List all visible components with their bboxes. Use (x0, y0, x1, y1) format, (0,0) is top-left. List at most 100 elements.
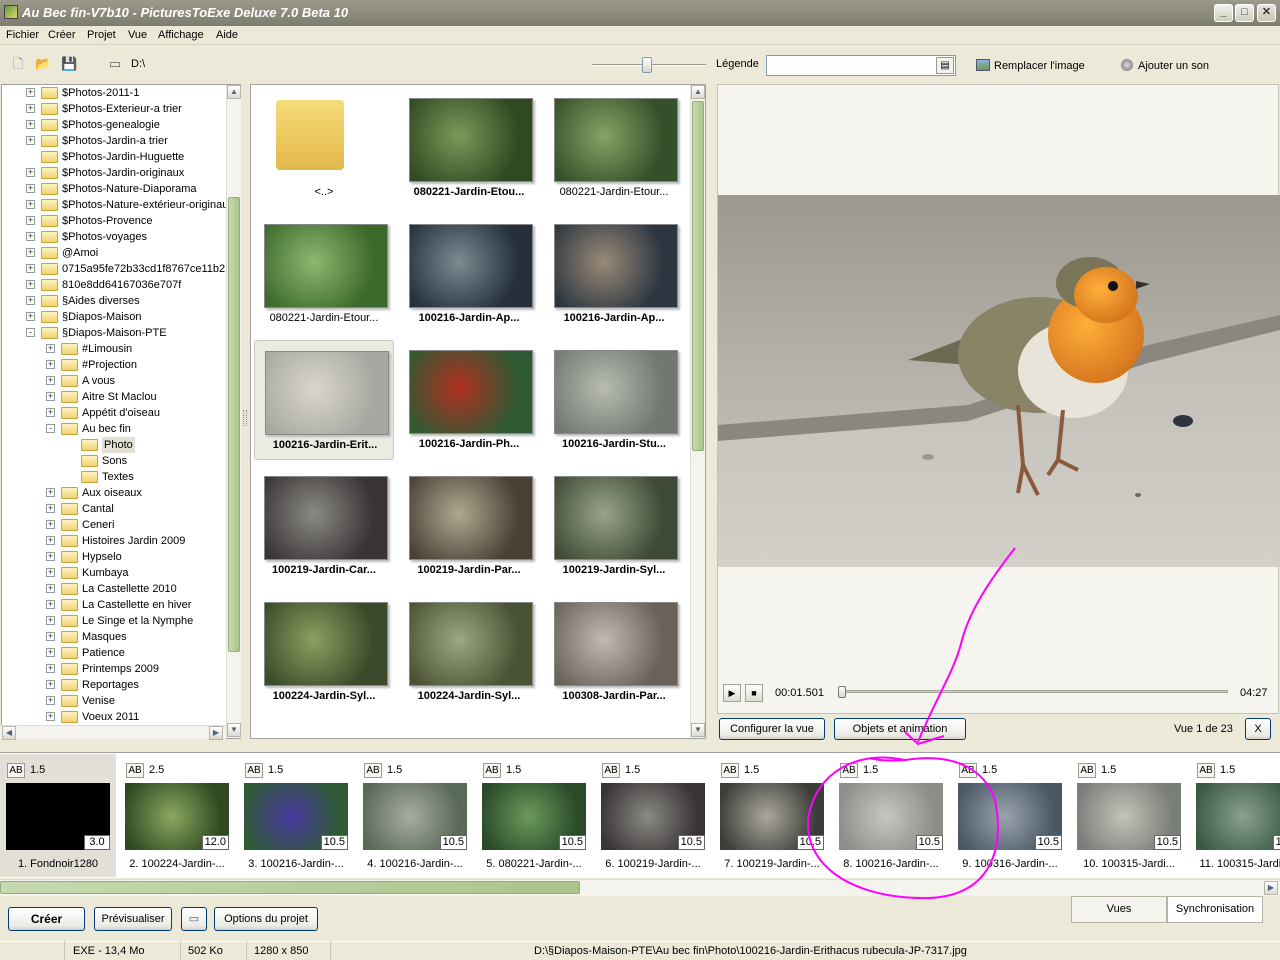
timeline-slide[interactable]: AB 2.5 12.0 2. 100224-Jardin-... (119, 754, 235, 877)
expand-icon[interactable]: + (26, 312, 35, 321)
thumbnail-item[interactable]: 100216-Jardin-Ap... (544, 214, 684, 334)
slide-timeline[interactable]: AB 1.5 3.0 1. Fondnoir1280 AB 2.5 12.0 2. 10022… (0, 752, 1280, 878)
thumbnail-item[interactable]: 100219-Jardin-Par... (399, 466, 539, 586)
thumbnail-grid[interactable]: <..> 080221-Jardin-Etou... 080221-Jardin-E… (250, 84, 706, 739)
thumbnail-item[interactable]: 100216-Jardin-Ph... (399, 340, 539, 460)
project-options-button[interactable]: Options du projet (214, 907, 318, 931)
transition-badge[interactable]: AB (840, 763, 858, 778)
expand-icon[interactable]: + (46, 488, 55, 497)
menu-fichier[interactable]: Fichier (6, 29, 39, 41)
expand-icon[interactable]: + (46, 648, 55, 657)
tab-synchronisation[interactable]: Synchronisation (1167, 896, 1263, 923)
minimize-button[interactable]: _ (1214, 4, 1233, 22)
expand-icon[interactable]: + (46, 632, 55, 641)
transition-badge[interactable]: AB (364, 763, 382, 778)
scroll-right-icon[interactable]: ▶ (209, 726, 223, 740)
scroll-left-icon[interactable]: ◀ (2, 726, 16, 740)
expand-icon[interactable]: + (26, 88, 35, 97)
scroll-up-icon[interactable]: ▲ (691, 85, 705, 99)
scroll-down-icon[interactable]: ▼ (227, 723, 241, 737)
expand-icon[interactable]: + (46, 344, 55, 353)
transition-badge[interactable]: AB (7, 763, 25, 778)
time-track[interactable] (840, 690, 1228, 693)
thumbnail-item[interactable]: 080221-Jardin-Etour... (544, 88, 684, 208)
timeline-slide[interactable]: AB 1.5 10.5 8. 100216-Jardin-... (833, 754, 949, 877)
expand-icon[interactable]: + (46, 616, 55, 625)
time-thumb[interactable] (838, 686, 847, 698)
create-button[interactable]: Créer (8, 907, 85, 931)
expand-icon[interactable]: + (26, 120, 35, 129)
save-icon[interactable]: 💾 (61, 56, 77, 72)
thumbnail-item[interactable]: 100216-Jardin-Stu... (544, 340, 684, 460)
add-sound-button[interactable]: Ajouter un son (1138, 60, 1209, 72)
expand-icon[interactable]: + (26, 248, 35, 257)
timeline-slide[interactable]: AB 1.5 10.5 10. 100315-Jardi... (1071, 754, 1187, 877)
open-folder-icon[interactable]: 📂 (35, 56, 51, 72)
expand-icon[interactable]: + (26, 264, 35, 273)
splitter-handle[interactable] (243, 410, 247, 426)
grid-scroll-thumb[interactable] (692, 101, 704, 451)
scroll-up-icon[interactable]: ▲ (227, 85, 241, 99)
expand-icon[interactable]: + (26, 232, 35, 241)
transition-badge[interactable]: AB (1078, 763, 1096, 778)
expand-icon[interactable]: + (46, 568, 55, 577)
timeline-slide[interactable]: AB 1.5 10.5 9. 100316-Jardin-... (952, 754, 1068, 877)
transition-badge[interactable]: AB (483, 763, 501, 778)
expand-icon[interactable]: + (46, 536, 55, 545)
expand-icon[interactable]: + (26, 280, 35, 289)
transition-badge[interactable]: AB (721, 763, 739, 778)
expand-icon[interactable]: + (46, 376, 55, 385)
tree-hscrollbar[interactable]: ◀ ▶ (0, 725, 226, 740)
timeline-slide[interactable]: AB 1.5 10.5 11. 100315-Jardin... (1190, 754, 1280, 877)
drive-icon[interactable]: ▭ (107, 56, 123, 72)
thumbnail-item[interactable]: 100308-Jardin-Par... (544, 592, 684, 712)
timeline-slide[interactable]: AB 1.5 10.5 5. 080221-Jardin-... (476, 754, 592, 877)
expand-icon[interactable]: + (26, 296, 35, 305)
thumbnail-item[interactable]: 100224-Jardin-Syl... (399, 592, 539, 712)
menu-projet[interactable]: Projet (87, 29, 116, 41)
menu-creer[interactable]: Créer (48, 29, 76, 41)
display-icon[interactable]: ▭ (181, 907, 207, 931)
menu-vue[interactable]: Vue (128, 29, 147, 41)
folder-tree[interactable]: + $Photos-2011-1 + $Photos-Exterieur-a trie… (1, 84, 241, 739)
timeline-slide[interactable]: AB 1.5 10.5 4. 100216-Jardin-... (357, 754, 473, 877)
timeline-slide[interactable]: AB 1.5 10.5 6. 100219-Jardin-... (595, 754, 711, 877)
transition-badge[interactable]: AB (602, 763, 620, 778)
objects-animation-button[interactable]: Objets et animation (834, 718, 966, 740)
timeline-scrollbar[interactable]: ▶ (0, 879, 1280, 896)
replace-image-button[interactable]: Remplacer l'image (994, 60, 1085, 72)
expand-icon[interactable]: + (46, 504, 55, 513)
close-preview-button[interactable]: X (1245, 718, 1271, 740)
grid-scrollbar[interactable]: ▲ ▼ (690, 85, 705, 738)
transition-badge[interactable]: AB (959, 763, 977, 778)
expand-icon[interactable]: + (26, 168, 35, 177)
transition-badge[interactable]: AB (245, 763, 263, 778)
expand-icon[interactable]: + (46, 680, 55, 689)
timeline-slide[interactable]: AB 1.5 10.5 7. 100219-Jardin-... (714, 754, 830, 877)
preview-button[interactable]: Prévisualiser (94, 907, 172, 931)
menu-affichage[interactable]: Affichage (158, 29, 204, 41)
parent-folder-item[interactable]: <..> (254, 88, 394, 208)
maximize-button[interactable]: □ (1235, 4, 1254, 22)
timeline-scroll-thumb[interactable] (0, 881, 580, 894)
thumbnail-item[interactable]: 100216-Jardin-Ap... (399, 214, 539, 334)
zoom-slider-thumb[interactable] (642, 57, 652, 73)
scroll-down-icon[interactable]: ▼ (691, 723, 705, 737)
thumbnail-item[interactable]: 080221-Jardin-Etour... (254, 214, 394, 334)
expand-icon[interactable]: + (26, 200, 35, 209)
collapse-icon[interactable]: - (26, 328, 35, 337)
tree-scrollbar[interactable]: ▲ ▼ (226, 85, 241, 738)
expand-icon[interactable]: + (46, 360, 55, 369)
timeline-slide[interactable]: AB 1.5 3.0 1. Fondnoir1280 (0, 754, 116, 877)
expand-icon[interactable]: + (26, 136, 35, 145)
thumbnail-item[interactable]: 100219-Jardin-Syl... (544, 466, 684, 586)
thumbnail-item[interactable]: 080221-Jardin-Etou... (399, 88, 539, 208)
menu-aide[interactable]: Aide (216, 29, 238, 41)
tree-scroll-thumb[interactable] (228, 197, 240, 652)
expand-icon[interactable]: + (26, 216, 35, 225)
expand-icon[interactable]: + (46, 520, 55, 529)
legend-input[interactable] (766, 55, 956, 76)
transition-badge[interactable]: AB (126, 763, 144, 778)
expand-icon[interactable]: + (46, 600, 55, 609)
scroll-right-icon[interactable]: ▶ (1264, 881, 1278, 895)
